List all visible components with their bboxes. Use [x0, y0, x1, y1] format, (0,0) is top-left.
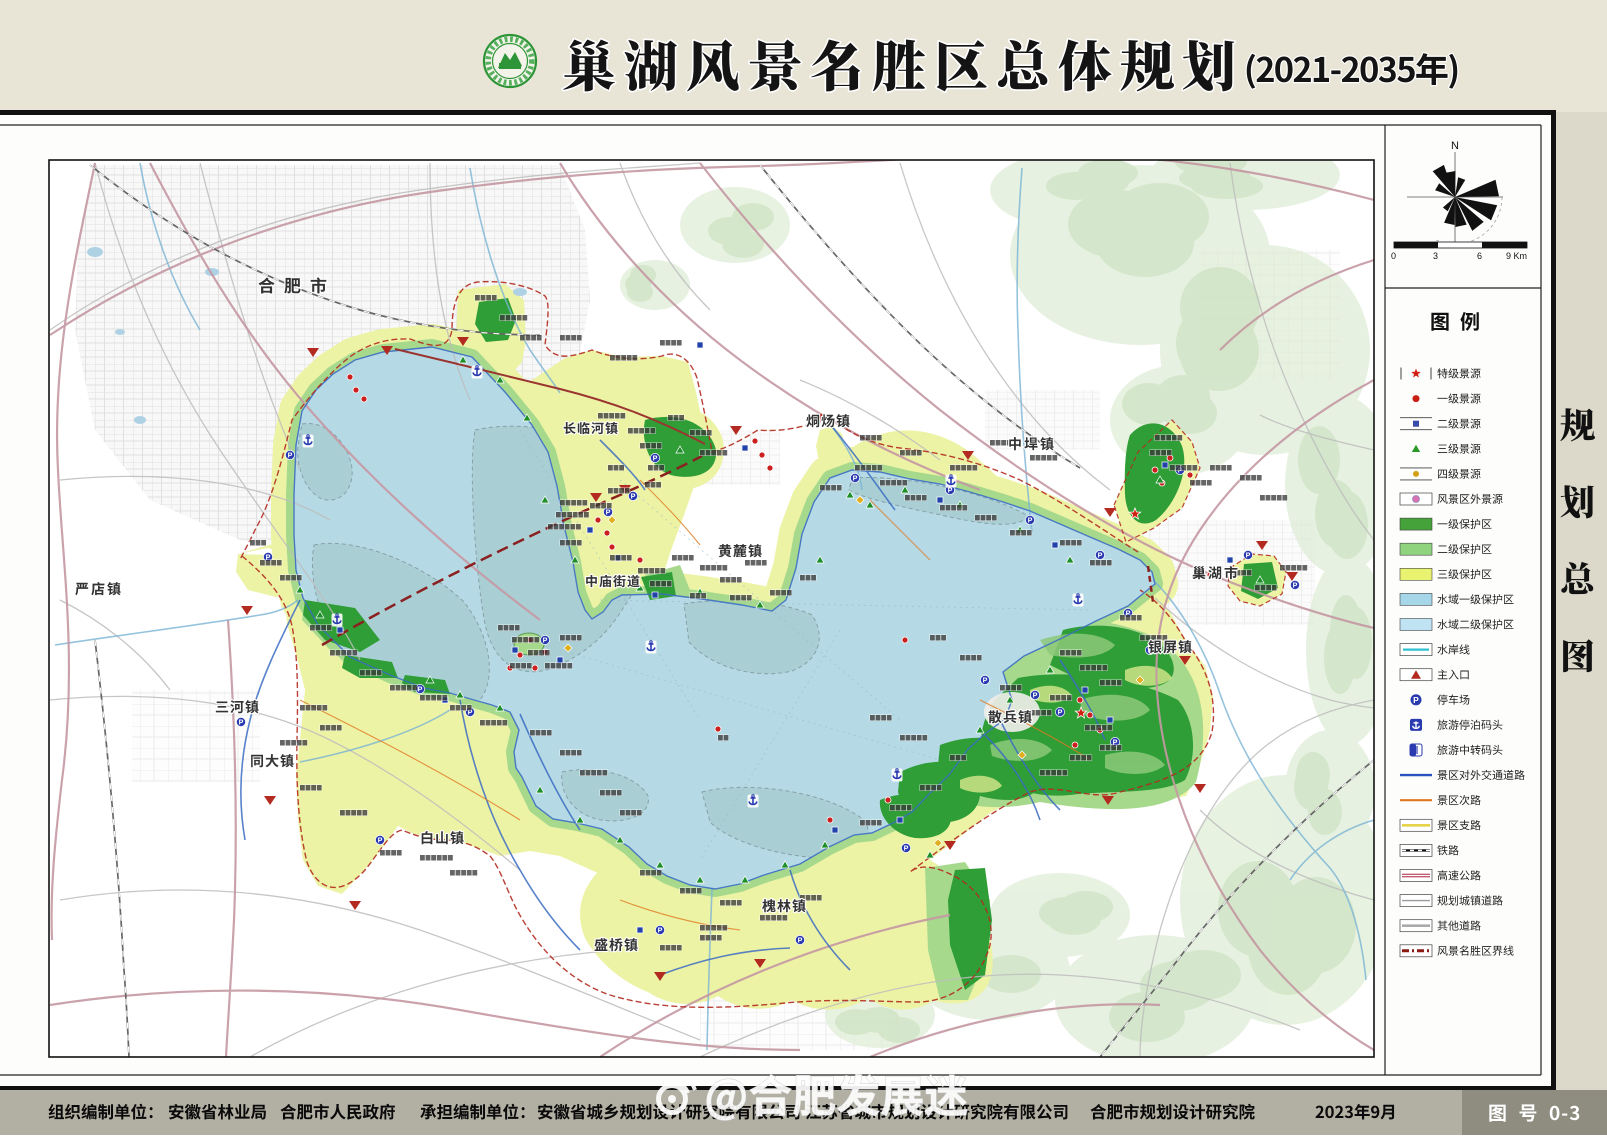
svg-text:P: P — [239, 718, 244, 727]
svg-text:P: P — [798, 936, 803, 945]
svg-text:P: P — [653, 454, 658, 463]
svg-text:P: P — [1028, 516, 1033, 525]
svg-text:P: P — [543, 636, 548, 645]
svg-text:P: P — [1413, 695, 1419, 705]
svg-text:N: N — [1451, 140, 1459, 152]
svg-text:P: P — [1058, 708, 1063, 717]
svg-text:P: P — [1246, 551, 1251, 560]
svg-text:P: P — [418, 685, 423, 694]
svg-text:P: P — [904, 844, 909, 853]
svg-text:P: P — [658, 926, 663, 935]
svg-text:0: 0 — [1391, 251, 1396, 261]
svg-text:P: P — [983, 676, 988, 685]
svg-text:P: P — [1293, 581, 1298, 590]
svg-text:P: P — [288, 451, 293, 460]
svg-text:P: P — [1033, 691, 1038, 700]
svg-text:3: 3 — [1433, 251, 1438, 261]
svg-text:P: P — [631, 492, 636, 501]
svg-text:6: 6 — [1477, 251, 1482, 261]
svg-text:P: P — [1098, 551, 1103, 560]
svg-text:P: P — [853, 474, 858, 483]
svg-text:P: P — [378, 836, 383, 845]
svg-text:9 Km: 9 Km — [1506, 251, 1527, 261]
